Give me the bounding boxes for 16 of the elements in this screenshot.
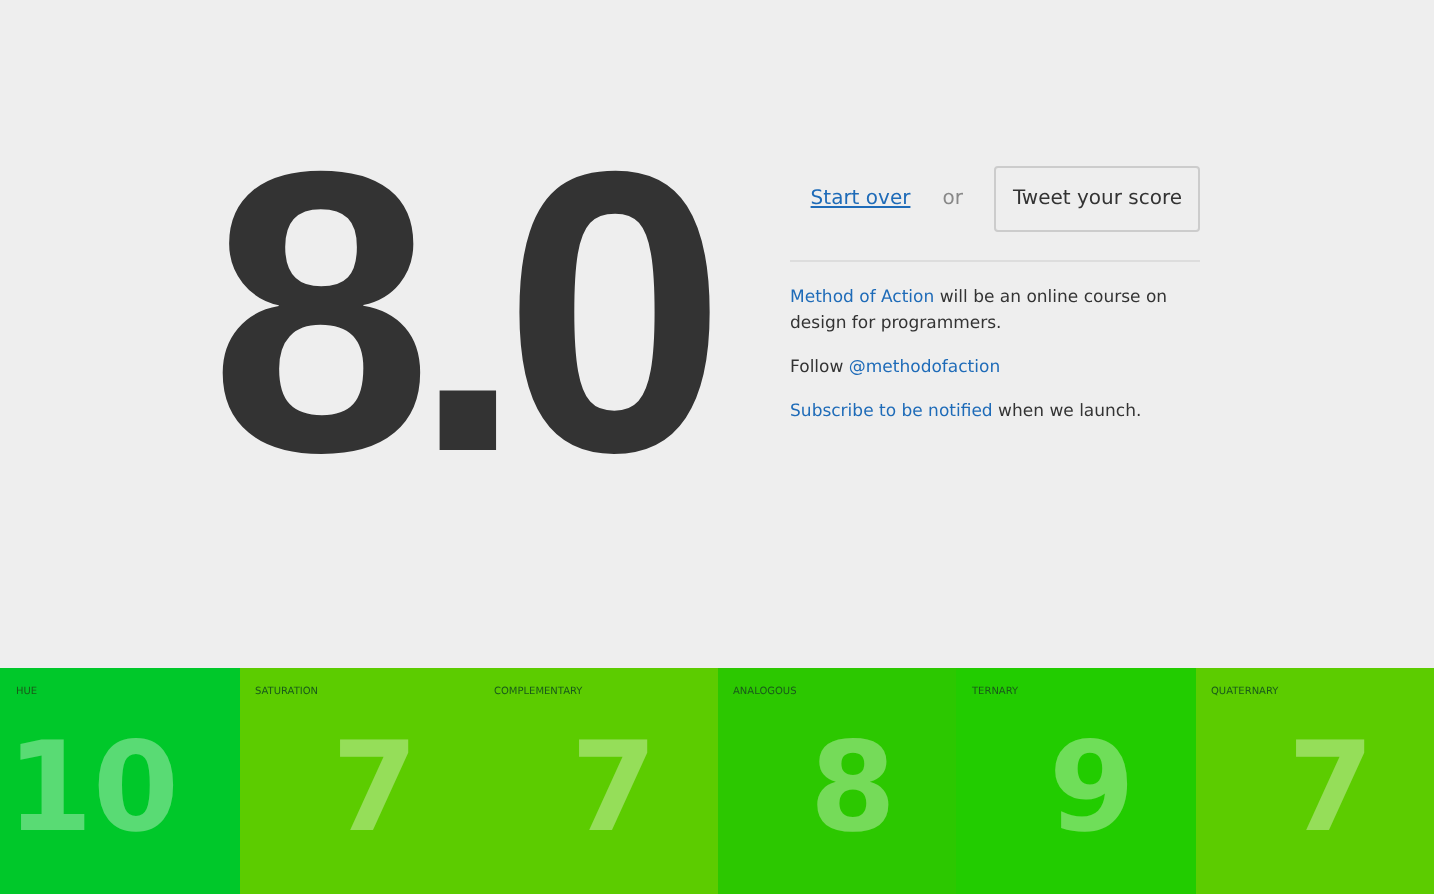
info-link[interactable]: @methodofaction <box>848 358 1001 378</box>
info-paragraph: Subscribe to be notified when we launch. <box>790 399 1144 426</box>
tile-score: 7 <box>568 725 659 849</box>
info-paragraph: Method of Action will be an online course on design for programmers. <box>790 285 1170 339</box>
info-paragraph: Follow @methodofaction <box>790 356 1003 382</box>
start-over-link[interactable]: Start over <box>810 183 911 214</box>
tile-score: 7 <box>1285 725 1376 849</box>
tile-score: 10 <box>4 725 181 849</box>
info-link[interactable]: Subscribe to be notified <box>790 401 993 422</box>
info-link[interactable]: Method of Action <box>790 287 935 308</box>
tile-score: 7 <box>329 725 420 849</box>
tweet-button[interactable]: Tweet your score <box>994 165 1201 232</box>
tile-score: 8 <box>807 725 898 849</box>
or-text: or <box>942 185 963 214</box>
score: 8.0 <box>210 114 710 514</box>
tile-score: 9 <box>1046 725 1137 849</box>
